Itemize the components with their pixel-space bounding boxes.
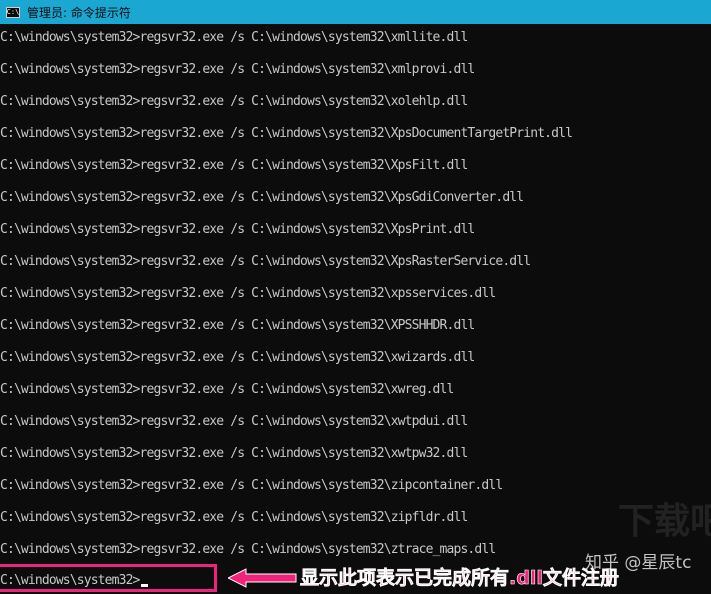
console-line: C:\windows\system32>regsvr32.exe /s C:\w… (0, 190, 524, 205)
console-output[interactable]: C:\windows\system32>regsvr32.exe /s C:\w… (0, 24, 711, 594)
console-line: C:\windows\system32>regsvr32.exe /s C:\w… (0, 382, 454, 397)
arrow-left-icon (228, 568, 297, 588)
console-line: C:\windows\system32>regsvr32.exe /s C:\w… (0, 286, 496, 301)
console-line: C:\windows\system32>regsvr32.exe /s C:\w… (0, 94, 468, 109)
console-line: C:\windows\system32>regsvr32.exe /s C:\w… (0, 158, 468, 173)
console-line: C:\windows\system32>regsvr32.exe /s C:\w… (0, 30, 468, 45)
console-line: C:\windows\system32>regsvr32.exe /s C:\w… (0, 414, 468, 429)
prompt-highlight-box (0, 564, 217, 592)
console-line: C:\windows\system32>regsvr32.exe /s C:\w… (0, 542, 496, 557)
console-line: C:\windows\system32>regsvr32.exe /s C:\w… (0, 254, 531, 269)
console-line: C:\windows\system32>regsvr32.exe /s C:\w… (0, 62, 475, 77)
watermark-logo: 下载吧 (618, 501, 711, 542)
console-line: C:\windows\system32>regsvr32.exe /s C:\w… (0, 478, 503, 493)
annotation-text: 显示此项表示已完成所有.dll文件注册 (300, 567, 619, 590)
console-line: C:\windows\system32>regsvr32.exe /s C:\w… (0, 318, 475, 333)
window-title: 管理员: 命令提示符 (27, 5, 131, 20)
console-icon[interactable]: C:\ (6, 6, 20, 18)
console-icon-glyph: C:\ (6, 7, 20, 16)
console-line: C:\windows\system32>regsvr32.exe /s C:\w… (0, 350, 475, 365)
console-line: C:\windows\system32>regsvr32.exe /s C:\w… (0, 222, 475, 237)
console-line: C:\windows\system32>regsvr32.exe /s C:\w… (0, 126, 573, 141)
title-bar[interactable]: C:\ 管理员: 命令提示符 (0, 0, 711, 24)
console-line: C:\windows\system32>regsvr32.exe /s C:\w… (0, 446, 468, 461)
console-line: C:\windows\system32>regsvr32.exe /s C:\w… (0, 510, 468, 525)
